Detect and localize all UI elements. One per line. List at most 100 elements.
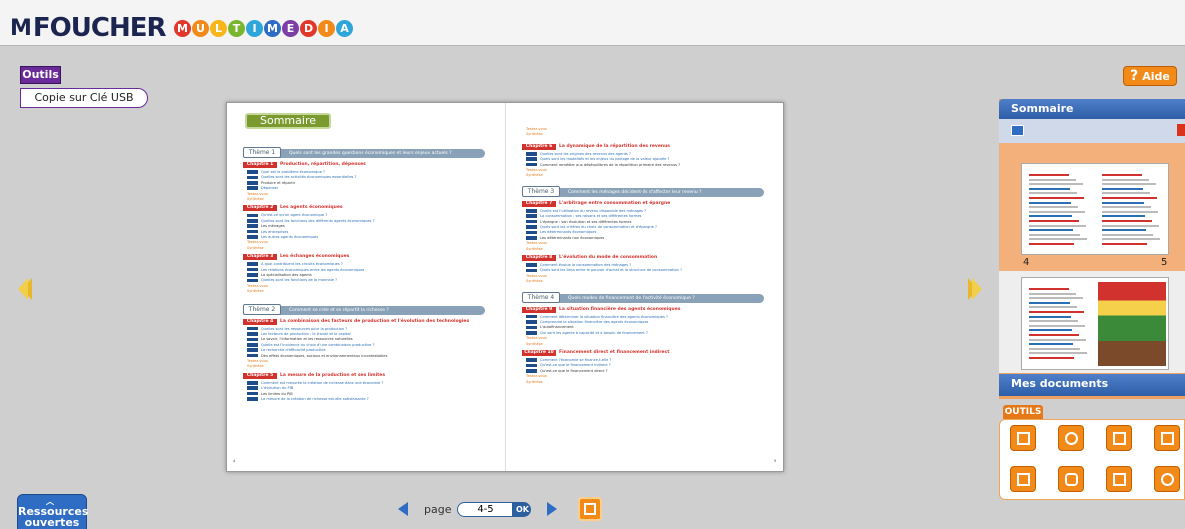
chapter-heading[interactable]: Chapitre 7 L'arbitrage entre consommation… <box>522 200 670 207</box>
toc-entry[interactable]: Les facteurs de production : le travail … <box>247 332 351 337</box>
toc-entry[interactable]: Comment déterminer la situation financiè… <box>526 315 668 320</box>
toc-entry[interactable]: Comment remédier aux déséquilibres de la… <box>526 163 680 168</box>
toc-entry[interactable]: La mesure de la création de richesse est… <box>247 397 369 402</box>
toc-entry[interactable]: Les relations économiques entre les agen… <box>247 268 364 273</box>
chapter-heading[interactable]: Chapitre 2 Les agents économiques <box>243 205 343 212</box>
page-ok-button[interactable]: OK <box>513 501 532 517</box>
toc-entry[interactable]: L'autofinancement <box>526 325 574 330</box>
toc-entry[interactable]: Testez-vous <box>526 336 547 341</box>
chapter-heading[interactable]: Chapitre 1 Production, répartition, dépen… <box>243 162 366 168</box>
toc-entry[interactable]: Quelle est l'incidence du choix d'une co… <box>247 343 374 348</box>
toc-entry[interactable]: La recherche d'efficacité productive <box>247 348 325 353</box>
toc-entry[interactable]: Testez-vous <box>526 374 547 379</box>
annotate-tool-button[interactable] <box>1010 425 1036 451</box>
toc-entry[interactable]: Testez-vous <box>247 192 268 197</box>
toc-entry[interactable]: Quels sont les liens entre le pouvoir d'… <box>526 268 682 273</box>
toc-entry[interactable]: Synthèse <box>247 197 264 202</box>
toc-entry[interactable]: Le savoir, l'information et les ressourc… <box>247 337 353 342</box>
toc-entry[interactable]: Testez-vous <box>526 168 547 173</box>
previous-page-arrow-icon[interactable] <box>18 278 32 300</box>
toc-entry-text: Quelles sont les activités économiques e… <box>261 175 357 180</box>
toc-entry[interactable]: Qu'est-ce que le financement direct ? <box>526 369 608 374</box>
chapter-heading[interactable]: Chapitre 3 Les échanges économiques <box>243 254 349 261</box>
toc-entry[interactable]: Synthèse <box>247 364 264 369</box>
toc-entry[interactable]: La spécialisation des agents <box>247 273 312 278</box>
thumbnail-line <box>1029 347 1080 350</box>
chapter-heading[interactable]: Chapitre 5 La mesure de la production et … <box>243 372 385 379</box>
toc-entry[interactable]: L'évolution du PIB <box>247 386 293 391</box>
toc-entry[interactable]: Qu'est-ce que le financement indirect ? <box>526 363 611 368</box>
chapter-heading[interactable]: Chapitre 4 La combinaison des facteurs de… <box>243 318 469 325</box>
toc-entry[interactable]: Testez-vous <box>247 284 268 289</box>
toc-entry[interactable]: L'épargne : son évolution et ses différe… <box>526 220 632 225</box>
toc-entry[interactable]: Testez-vous <box>526 241 547 246</box>
book-icon[interactable] <box>1011 125 1024 136</box>
note-tool-button[interactable] <box>1106 425 1132 451</box>
toc-entry[interactable]: Comment l'économie se finance-t-elle ? <box>526 358 611 363</box>
toc-entry[interactable]: Les déterminants non économiques <box>526 236 604 241</box>
ressources-ouvertes-button[interactable]: ︿ Ressources ouvertes <box>17 494 88 529</box>
toc-entry[interactable]: Comment est mesurée la création de riche… <box>247 381 383 386</box>
mask-circle-tool-button[interactable] <box>1154 466 1180 492</box>
toc-entry[interactable]: À quoi contribuent les circuits économiq… <box>247 262 343 267</box>
toc-entry[interactable]: Testez-vous <box>247 240 268 245</box>
toc-entry[interactable]: Synthèse <box>526 173 543 178</box>
toc-entry[interactable]: Qu'est-ce qu'un agent économique ? <box>247 213 327 218</box>
toc-entry[interactable]: Quelles sont les activités économiques e… <box>247 175 356 180</box>
close-icon[interactable] <box>1177 124 1185 136</box>
mask-rounded-tool-button[interactable] <box>1058 466 1084 492</box>
toc-entry[interactable]: Synthèse <box>526 342 543 347</box>
toc-entry[interactable]: Quelles sont les origines des revenus de… <box>526 152 631 157</box>
chapter-heading[interactable]: Chapitre 8 L'évolution du mode de consomm… <box>522 255 657 261</box>
toc-entry[interactable]: Produire et répartir <box>247 181 295 186</box>
toc-entry[interactable]: Qui sont les agents à capacité et à beso… <box>526 331 648 336</box>
toc-entry[interactable]: Synthèse <box>247 246 264 251</box>
toc-entry[interactable]: Les entreprises <box>247 230 288 235</box>
book-viewer[interactable]: Sommaire Quels sont les grandes question… <box>226 102 784 472</box>
toc-entry-text: Les autres agents économiques <box>261 235 319 239</box>
chapter-heading[interactable]: Chapitre 6 La dynamique de la répartition… <box>522 143 670 150</box>
toc-entry[interactable]: Dépenser <box>247 186 278 191</box>
toc-entry[interactable]: Les ménages <box>247 224 285 229</box>
next-page-icon[interactable] <box>547 502 558 516</box>
toc-entry[interactable]: Synthèse <box>526 279 543 284</box>
sommaire-panel-header[interactable]: Sommaire <box>999 99 1185 119</box>
toc-entry[interactable]: La consommation : ses raisons et ses dif… <box>526 214 641 219</box>
fullscreen-button[interactable] <box>578 497 602 521</box>
usb-copy-button[interactable]: Copie sur Clé USB <box>20 88 148 108</box>
zoom-tool-button[interactable] <box>1058 425 1084 451</box>
chapter-heading[interactable]: Chapitre 9 La situation financière des ag… <box>522 306 680 313</box>
outils-button[interactable]: Outils <box>20 66 61 84</box>
toc-entry[interactable]: Les limites du PIB <box>247 392 293 397</box>
toc-entry[interactable]: Quelles sont les fonctions de la monnaie… <box>247 278 337 283</box>
next-page-arrow-icon[interactable] <box>968 278 982 300</box>
toc-entry[interactable]: Les autres agents économiques <box>247 235 318 240</box>
toc-entry[interactable]: Synthèse <box>526 380 543 385</box>
toc-entry[interactable]: Synthèse <box>526 247 543 252</box>
toc-entry[interactable]: Synthèse <box>247 289 264 294</box>
thumbnail-line <box>1102 206 1151 209</box>
previous-page-icon[interactable] <box>398 502 408 516</box>
pages-tool-button[interactable] <box>1154 425 1180 451</box>
toc-entry[interactable]: Quelles sont les fonctions des différent… <box>247 219 375 224</box>
mask-rect-tool-button[interactable] <box>1106 466 1132 492</box>
toc-entry[interactable]: Quels sont les modalités et les enjeux d… <box>526 157 669 162</box>
aide-button[interactable]: ? Aide <box>1123 66 1177 86</box>
mes-documents-header[interactable]: Mes documents <box>999 374 1185 396</box>
toc-entry[interactable]: Quelle est l'utilisation du revenu dispo… <box>526 209 646 214</box>
toc-entry[interactable]: Comprendre la situation financière des a… <box>526 320 648 325</box>
mask-square-tool-button[interactable] <box>1010 466 1036 492</box>
page-number-input[interactable]: 4-5 <box>457 501 514 517</box>
thumbnail-pages-6-7[interactable] <box>1021 277 1169 370</box>
toc-entry[interactable]: Des effets économiques, sociaux et envir… <box>247 354 387 359</box>
chapter-heading[interactable]: Chapitre 10 Financement direct et finance… <box>522 350 669 356</box>
toc-entry[interactable]: Testez-vous <box>247 359 268 364</box>
toc-entry[interactable]: Quels sont les critères du choix de cons… <box>526 225 657 230</box>
toc-entry[interactable]: Comment évolue la consommation des ménag… <box>526 263 631 268</box>
outils-tab[interactable]: OUTILS <box>1003 405 1043 419</box>
toc-entry[interactable]: Quelles sont les ressources pour la prod… <box>247 327 347 332</box>
thumbnail-pages-4-5[interactable] <box>1021 163 1169 255</box>
toc-entry[interactable]: Quel est le problème économique ? <box>247 170 325 175</box>
toc-entry[interactable]: Les déterminants économiques <box>526 230 596 235</box>
toc-entry[interactable]: Testez-vous <box>526 274 547 279</box>
